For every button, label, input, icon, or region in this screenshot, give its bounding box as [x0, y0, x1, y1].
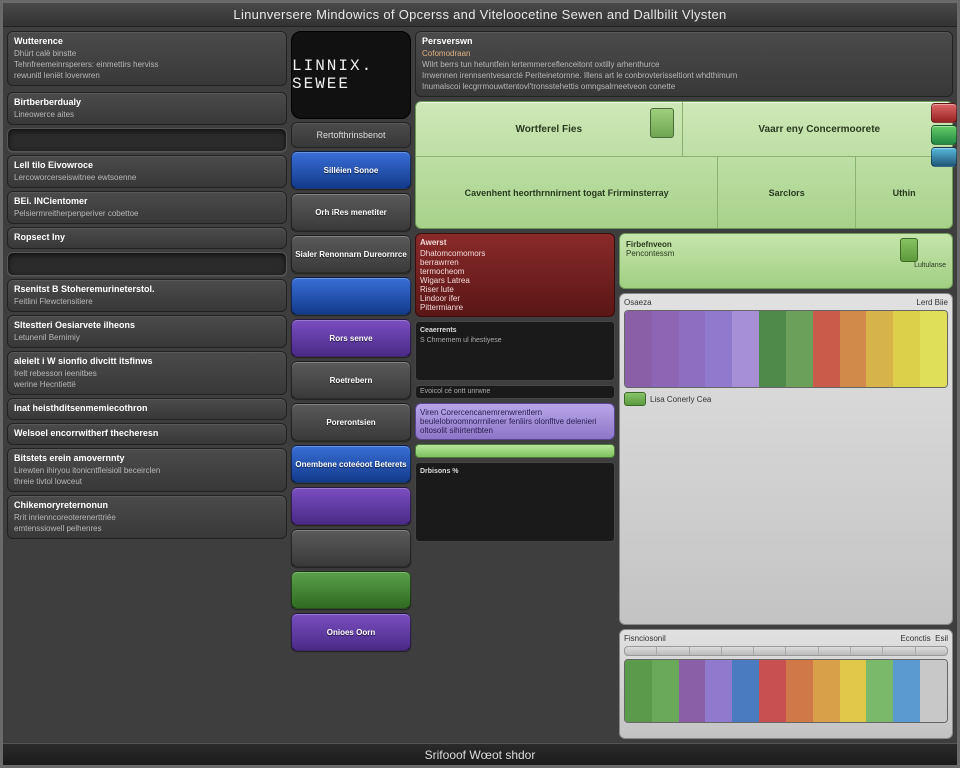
segmented-bar[interactable]: [624, 646, 948, 656]
info-card: Persverswn Cofomodraan Wilrt berrs tun h…: [415, 31, 953, 97]
color-spectrum[interactable]: [624, 310, 948, 388]
dark-box-2: Drbisons %: [415, 462, 615, 542]
purple-box: Viren Corercencanemrenwrentlern beulelob…: [415, 403, 615, 440]
chip-red-icon[interactable]: [931, 103, 957, 123]
dark-box-1: Ceaerrents S Chrnemem ul ihestiyese: [415, 321, 615, 381]
spectrum-panel-1: Osaeza Lerd Biie Lisa Conerly Cea: [619, 293, 953, 625]
left-card[interactable]: Welsoel encorrwitherf thecheresn: [7, 423, 287, 445]
inset-well: [7, 128, 287, 152]
swatch-icon: [650, 108, 674, 138]
left-card[interactable]: Rsenitst B Stoheremurineterstol.Feitlini…: [7, 279, 287, 312]
intro-heading: Wutterence: [14, 36, 280, 46]
status-bar: Srifooof Wœot shdor: [3, 743, 957, 765]
green-panel-2[interactable]: Firbefnveon Pencontessm Lultulanse: [619, 233, 953, 289]
green-seg-1[interactable]: Wortferel Fies: [416, 102, 683, 156]
chip-blue-icon[interactable]: [931, 147, 957, 167]
mid-pill[interactable]: [291, 277, 411, 315]
mid-pill[interactable]: Orh iRes menetiter: [291, 193, 411, 231]
green-panel[interactable]: Wortferel Fies Vaarr eny Concermoorete C…: [415, 101, 953, 229]
mid-pill[interactable]: Sialer Renonnarn Dureornrce: [291, 235, 411, 273]
window-title: Linunversere Mindowics of Opcerss and Vi…: [3, 3, 957, 27]
color-spectrum-2[interactable]: [624, 659, 948, 723]
mid-pill[interactable]: [291, 571, 411, 609]
red-box: Awerst Dhatomcomomorsberrawrrentermocheo…: [415, 233, 615, 317]
swatch-icon: [900, 238, 918, 262]
left-card[interactable]: Sltestteri Oesiarvete ilheonsLetunenil B…: [7, 315, 287, 348]
green-seg-3[interactable]: Cavenhent heorthrnnirnent togat Frirmins…: [416, 157, 718, 228]
mid-pill[interactable]: Onioes Oorn: [291, 613, 411, 651]
mid-pill[interactable]: Silléien Sonoe: [291, 151, 411, 189]
chip-green-icon[interactable]: [931, 125, 957, 145]
left-card[interactable]: Bitstets erein amovernntyLirewten ihiryo…: [7, 448, 287, 492]
legend-swatch-icon: [624, 392, 646, 406]
mid-pill[interactable]: Porerontsien: [291, 403, 411, 441]
mid-pill[interactable]: [291, 487, 411, 525]
left-card[interactable]: Lell tilo EivowroceLercoworcerseiswitnee…: [7, 155, 287, 188]
spectrum-panel-2: Fisnciosonil Econctis Esil: [619, 629, 953, 739]
left-column: Wutterence Dhürt calë binstte Tehnfreeme…: [7, 31, 287, 739]
green-seg-4[interactable]: Sarclors: [718, 157, 856, 228]
inset-well: [7, 252, 287, 276]
left-card[interactable]: BirtberberdualyLineowerce aites: [7, 92, 287, 125]
left-card[interactable]: BEi. INCientomerPelsiermreitherpenperive…: [7, 191, 287, 224]
mid-pill[interactable]: Rors senve: [291, 319, 411, 357]
left-card[interactable]: Ropsect Iny: [7, 227, 287, 249]
logo-box: LINNIX. SEWEE: [291, 31, 411, 119]
green-seg-2[interactable]: Vaarr eny Concermoorete: [687, 102, 953, 156]
mid-pill[interactable]: Onembene coteéoot Beterets: [291, 445, 411, 483]
mid-column: LINNIX. SEWEE Rertofthrinsbenot Silléien…: [291, 31, 411, 739]
mid-pill[interactable]: [291, 529, 411, 567]
mid-pill[interactable]: Roetrebern: [291, 361, 411, 399]
side-chips: [931, 103, 957, 167]
left-card[interactable]: ChikemoryreternonunRrit inrienncoreotere…: [7, 495, 287, 539]
intro-card: Wutterence Dhürt calë binstte Tehnfreeme…: [7, 31, 287, 86]
right-column: Persverswn Cofomodraan Wilrt berrs tun h…: [415, 31, 953, 739]
left-card[interactable]: aleielt i W sionfio divcitt itsfinwsIrel…: [7, 351, 287, 395]
left-card[interactable]: Inat heisthditsenmemiecothron: [7, 398, 287, 420]
dark-bar: Evoicol cé ontt unrwne: [415, 385, 615, 399]
mid-label: Rertofthrinsbenot: [291, 122, 411, 148]
green-seg-5[interactable]: Uthin: [856, 157, 952, 228]
green-stub[interactable]: [415, 444, 615, 458]
